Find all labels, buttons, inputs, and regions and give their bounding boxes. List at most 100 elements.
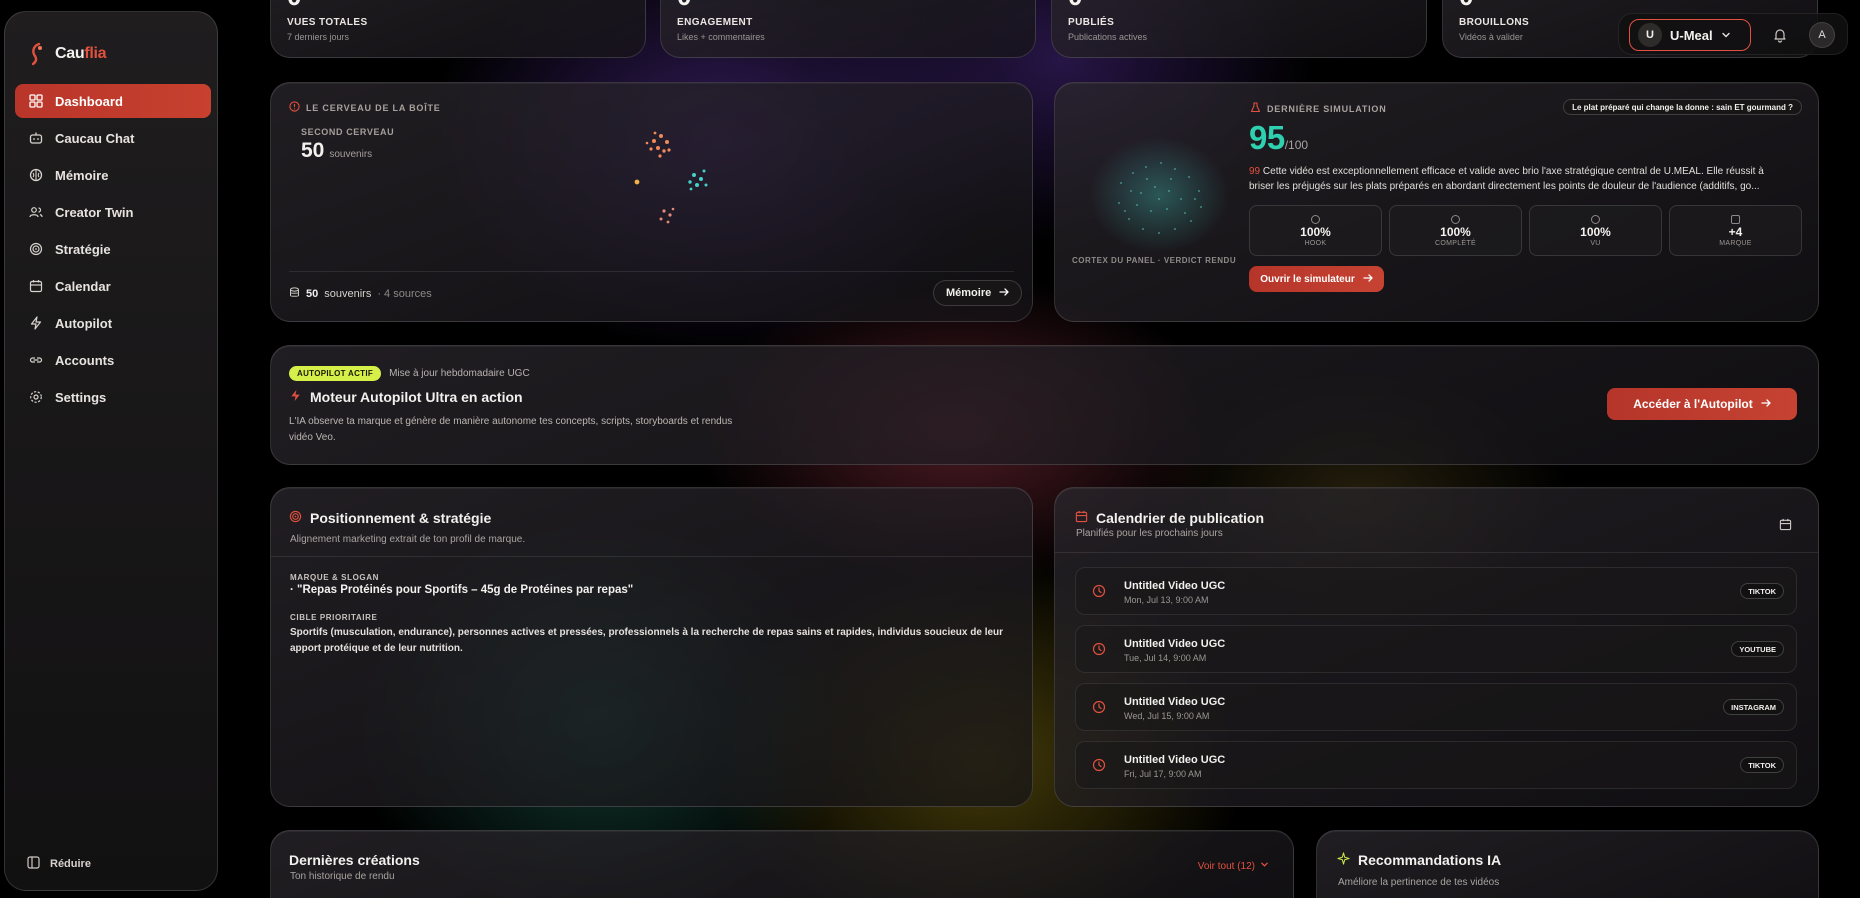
positioning-subtitle: Alignement marketing extrait de ton prof… xyxy=(290,534,526,545)
sidebar-item-label: Caucau Chat xyxy=(55,130,135,146)
brain-count-unit: souvenirs xyxy=(329,149,373,160)
score-max: /100 xyxy=(1284,138,1309,152)
sidebar-item-strategie[interactable]: Stratégie xyxy=(15,232,211,266)
sidebar-item-label: Creator Twin xyxy=(55,204,134,220)
brain-icon xyxy=(29,168,43,182)
user-avatar[interactable]: A xyxy=(1809,22,1835,48)
stat-value: 0 xyxy=(287,0,301,12)
memory-cluster-visual xyxy=(634,131,708,224)
calendar-item[interactable]: Untitled Video UGC Mon, Jul 13, 9:00 AM … xyxy=(1075,567,1797,615)
calendar-item-title: Untitled Video UGC xyxy=(1124,696,1226,708)
stat-subtitle: Vidéos à valider xyxy=(1459,32,1523,42)
arrow-right-icon xyxy=(1761,397,1771,411)
sidebar-item-label: Mémoire xyxy=(55,167,109,183)
calendar-divider xyxy=(1055,552,1818,553)
positioning-title: Positionnement & stratégie xyxy=(289,510,491,526)
second-brain-label: SECOND CERVEAU xyxy=(301,127,395,137)
target-audience-value: Sportifs (musculation, endurance), perso… xyxy=(290,627,1004,654)
sidebar-item-creator-twin[interactable]: Creator Twin xyxy=(15,195,211,229)
calendar-item[interactable]: Untitled Video UGC Tue, Jul 14, 9:00 AM … xyxy=(1075,625,1797,673)
chevron-down-icon xyxy=(1721,28,1731,43)
brain-eyebrow: LE CERVEAU DE LA BOÎTE xyxy=(289,101,441,114)
simulation-summary: 99 Cette vidéo est exceptionnellement ef… xyxy=(1249,166,1764,192)
autopilot-active-badge: AUTOPILOT ACTIF xyxy=(289,366,382,381)
info-icon xyxy=(289,101,300,114)
zap-icon xyxy=(289,389,302,405)
autopilot-update-text: Mise à jour hebdomadaire UGC xyxy=(389,368,530,379)
brand-switcher[interactable]: U U-Meal xyxy=(1629,19,1751,51)
app-logo[interactable]: Cauflia xyxy=(27,42,107,66)
metric-complete: 100% COMPLÉTÉ xyxy=(1389,205,1522,256)
metric-seen: 100% VU xyxy=(1529,205,1662,256)
sidebar-item-dashboard[interactable]: Dashboard xyxy=(15,84,211,118)
sidebar-item-memoire[interactable]: Mémoire xyxy=(15,158,211,192)
autopilot-access-button[interactable]: Accéder à l'Autopilot xyxy=(1607,388,1797,420)
memoire-button[interactable]: Mémoire xyxy=(933,280,1023,306)
users-icon xyxy=(29,205,43,219)
chevron-down-icon xyxy=(1260,860,1269,872)
sidebar-item-settings[interactable]: Settings xyxy=(15,380,211,414)
brand-slogan-label: MARQUE & SLOGAN xyxy=(290,573,379,582)
calendar-item-date: Fri, Jul 17, 9:00 AM xyxy=(1124,769,1202,779)
platform-badge: YOUTUBE xyxy=(1731,641,1784,657)
calendar-item-title: Untitled Video UGC xyxy=(1124,754,1226,766)
stat-title: BROUILLONS xyxy=(1459,17,1530,28)
top-bar: U U-Meal A xyxy=(1618,13,1848,55)
platform-badge: INSTAGRAM xyxy=(1723,699,1784,715)
stat-subtitle: 7 derniers jours xyxy=(287,32,350,42)
metric-brand: +4 MARQUE xyxy=(1669,205,1802,256)
calendar-open-icon[interactable] xyxy=(1779,518,1792,536)
brain-count: 50 souvenirs xyxy=(301,139,372,163)
platform-badge: TIKTOK xyxy=(1740,757,1784,773)
target-icon xyxy=(289,510,302,526)
brand-slogan-value: · "Repas Protéinés pour Sportifs – 45g d… xyxy=(290,584,634,596)
stat-value: 0 xyxy=(1068,0,1082,12)
stat-subtitle: Likes + commentaires xyxy=(677,32,765,42)
simulation-card: CORTEX DU PANEL · VERDICT RENDU DERNIÈRE… xyxy=(1054,82,1819,322)
calendar-item-date: Wed, Jul 15, 9:00 AM xyxy=(1124,711,1210,721)
calendar-item[interactable]: Untitled Video UGC Fri, Jul 17, 9:00 AM … xyxy=(1075,741,1797,789)
collapse-icon xyxy=(27,856,40,872)
app-name: Cauflia xyxy=(55,45,107,62)
creations-subtitle: Ton historique de rendu xyxy=(290,871,395,882)
zap-icon xyxy=(29,316,43,330)
autopilot-status-row: AUTOPILOT ACTIF Mise à jour hebdomadaire… xyxy=(289,366,530,381)
stat-value: 0 xyxy=(677,0,691,12)
sidebar-item-calendar[interactable]: Calendar xyxy=(15,269,211,303)
score-value: 95 xyxy=(1249,119,1285,156)
platform-badge: TIKTOK xyxy=(1740,583,1784,599)
open-simulator-button[interactable]: Ouvrir le simulateur xyxy=(1249,266,1384,292)
calendar-item[interactable]: Untitled Video UGC Wed, Jul 15, 9:00 AM … xyxy=(1075,683,1797,731)
bell-icon[interactable] xyxy=(1772,27,1788,43)
recommendations-title: Recommandations IA xyxy=(1337,852,1501,868)
sidebar-item-label: Calendar xyxy=(55,278,111,294)
sidebar-item-label: Accounts xyxy=(55,352,115,368)
sidebar-item-autopilot[interactable]: Autopilot xyxy=(15,306,211,340)
link-icon xyxy=(29,353,43,367)
calendar-item-title: Untitled Video UGC xyxy=(1124,580,1226,592)
stat-title: ENGAGEMENT xyxy=(677,17,753,28)
bot-icon xyxy=(29,131,43,145)
autopilot-banner: AUTOPILOT ACTIF Mise à jour hebdomadaire… xyxy=(270,345,1819,465)
recommendations-subtitle: Améliore la pertinence de tes vidéos xyxy=(1338,877,1500,888)
calendar-item-date: Mon, Jul 13, 9:00 AM xyxy=(1124,595,1209,605)
positioning-card: Positionnement & stratégie Alignement ma… xyxy=(270,487,1033,807)
brain-footer: 50 souvenirs · 4 sources xyxy=(289,287,432,301)
calendar-icon xyxy=(1075,510,1088,526)
sidebar-item-label: Stratégie xyxy=(55,241,111,257)
autopilot-description: L'IA observe ta marque et génère de mani… xyxy=(289,416,733,443)
gear-icon xyxy=(29,390,43,404)
arrow-right-icon xyxy=(1363,273,1373,286)
see-all-link[interactable]: Voir tout (12) xyxy=(1198,860,1269,872)
stat-card-engagement: 0 ENGAGEMENT Likes + commentaires xyxy=(660,0,1036,58)
sidebar-item-caucau-chat[interactable]: Caucau Chat xyxy=(15,121,211,155)
collapse-label: Réduire xyxy=(50,858,91,870)
sidebar-item-accounts[interactable]: Accounts xyxy=(15,343,211,377)
target-audience-label: CIBLE PRIORITAIRE xyxy=(290,613,378,622)
collapse-sidebar-button[interactable]: Réduire xyxy=(27,856,91,872)
clock-icon xyxy=(1092,642,1106,656)
target-icon xyxy=(29,242,43,256)
simulation-score: 95 /100 xyxy=(1249,119,1308,157)
stat-card-views: 0 VUES TOTALES 7 derniers jours xyxy=(270,0,646,58)
calendar-item-title: Untitled Video UGC xyxy=(1124,638,1226,650)
